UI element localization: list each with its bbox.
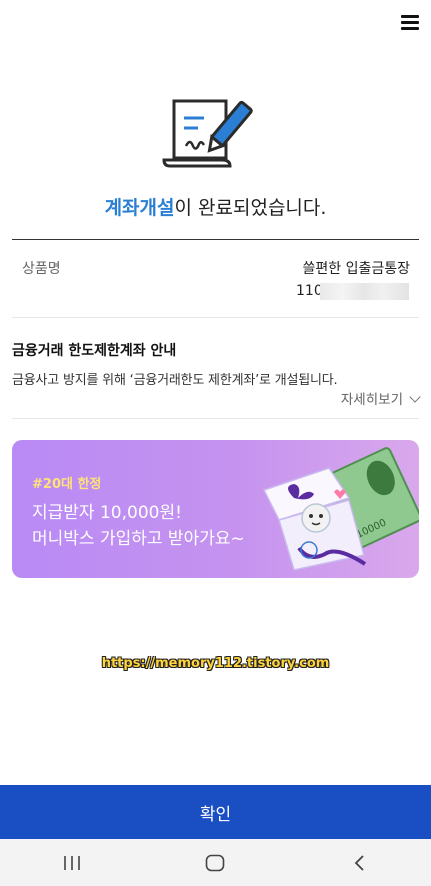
account-number-mask <box>320 283 409 300</box>
confirm-button[interactable]: 확인 <box>0 785 431 839</box>
chevron-down-icon <box>409 391 421 403</box>
divider <box>12 418 419 419</box>
completion-highlight: 계좌개설 <box>104 197 175 219</box>
banner-subline: 머니박스 가입하고 받아가요~ <box>32 529 245 549</box>
limit-notice-description: 금융사고 방지를 위해 ‘금융거래한도 제한계좌’로 개설됩니다. <box>12 373 338 388</box>
system-navbar <box>0 839 431 886</box>
detail-link[interactable]: 자세히보기 <box>340 388 421 408</box>
divider <box>12 317 419 318</box>
back-icon[interactable] <box>339 848 379 878</box>
product-label: 상품명 <box>22 261 61 277</box>
completion-message: 계좌개설이 완료되었습니다. <box>0 193 431 220</box>
document-pen-icon <box>162 99 253 168</box>
watermark: https://memory112.tistory.com <box>101 656 330 671</box>
banner-tag: #20대 한정 <box>32 477 102 492</box>
completion-rest: 이 완료되었습니다. <box>174 197 327 219</box>
home-icon[interactable] <box>195 848 235 878</box>
banner-headline: 지급받자 10,000원! <box>32 503 182 523</box>
hamburger-menu-icon[interactable] <box>401 12 419 32</box>
confirm-label: 확인 <box>199 804 232 825</box>
promo-banner[interactable]: #20대 한정 지급받자 10,000원! 머니박스 가입하고 받아가요~ 10… <box>12 440 419 578</box>
product-name: 쓸편한 입출금통장 <box>302 261 411 277</box>
limit-notice-title: 금융거래 한도제한계좌 안내 <box>12 343 177 359</box>
gift-box-money-icon: 10000 <box>262 447 419 571</box>
divider <box>12 239 419 240</box>
recent-apps-icon[interactable] <box>52 848 92 878</box>
detail-link-label: 자세히보기 <box>340 392 403 408</box>
